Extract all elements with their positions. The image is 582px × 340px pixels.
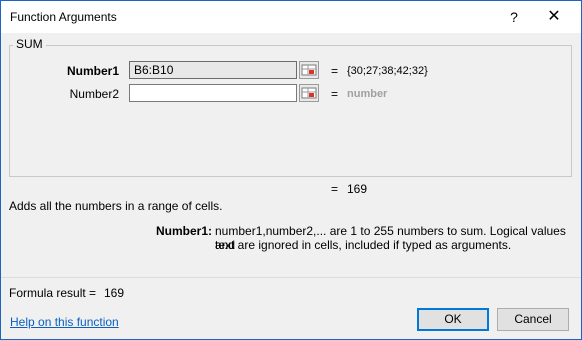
function-arguments-dialog: Function Arguments ? ✕ SUM Number1 B6:B1… [0, 0, 582, 340]
argument-help-label: Number1: [156, 224, 213, 238]
overall-equals: = [331, 182, 339, 196]
help-link[interactable]: Help on this function [10, 315, 119, 329]
close-icon[interactable]: ✕ [537, 5, 571, 29]
overall-result: 169 [347, 182, 368, 196]
range-select-icon [301, 64, 317, 76]
help-icon[interactable]: ? [499, 5, 529, 29]
divider [1, 277, 581, 278]
number2-label: Number2 [69, 87, 119, 101]
function-description: Adds all the numbers in a range of cells… [9, 199, 223, 213]
cancel-button[interactable]: Cancel [497, 308, 569, 331]
range-select-icon [301, 87, 317, 99]
number2-input[interactable] [129, 84, 297, 102]
number1-equals: = [331, 64, 339, 78]
formula-result-label: Formula result = [9, 286, 97, 300]
number1-result: {30;27;38;42;32} [347, 65, 428, 77]
number1-input[interactable]: B6:B10 [129, 61, 297, 79]
title-bar: Function Arguments ? ✕ [1, 1, 581, 33]
argument-help-line2: text are ignored in cells, included if t… [215, 238, 512, 252]
number1-label: Number1 [66, 64, 119, 78]
function-name-label: SUM [13, 37, 46, 51]
number2-result: number [347, 88, 388, 100]
dialog-title: Function Arguments [10, 10, 117, 24]
number2-range-button[interactable] [299, 84, 319, 102]
number1-range-button[interactable] [299, 61, 319, 79]
ok-button[interactable]: OK [417, 308, 489, 331]
formula-result-value: 169 [104, 286, 125, 300]
number2-equals: = [331, 87, 339, 101]
